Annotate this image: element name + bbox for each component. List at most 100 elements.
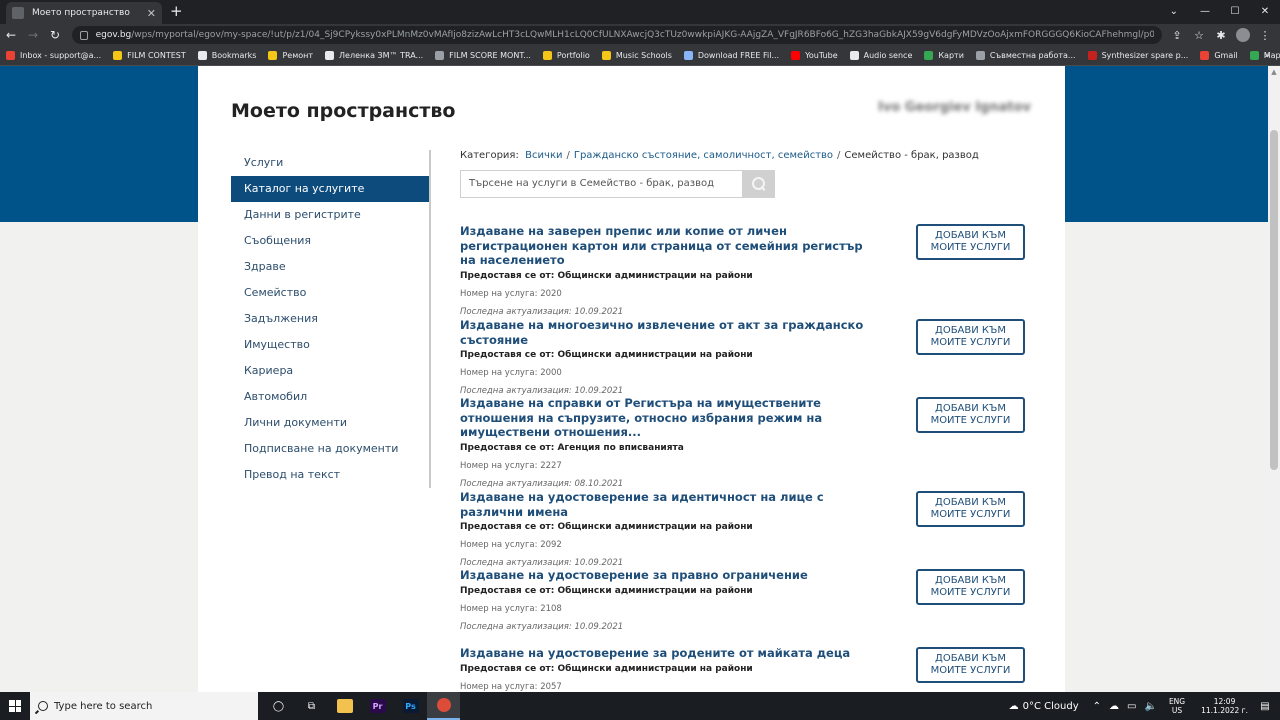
task-view-icon[interactable]: ⧉ — [295, 692, 328, 720]
sidebar-item[interactable]: Автомобил — [231, 384, 429, 410]
breadcrumb-all-link[interactable]: Всички — [525, 150, 562, 161]
sidebar-item[interactable]: Здраве — [231, 254, 429, 280]
sidebar-item[interactable]: Задължения — [231, 306, 429, 332]
premiere-icon[interactable]: Pr — [361, 692, 394, 720]
bookmark-star-icon[interactable]: ☆ — [1188, 29, 1210, 42]
service-title-link[interactable]: Издаване на справки от Регистъра на имущ… — [460, 396, 882, 440]
bookmark-favicon-icon — [6, 51, 15, 60]
clock-time: 12:09 — [1213, 697, 1236, 706]
maximize-button[interactable]: ☐ — [1220, 0, 1250, 24]
service-title-link[interactable]: Издаване на многоезично извлечение от ак… — [460, 318, 882, 347]
service-number: Номер на услуга: 2020 — [460, 288, 562, 299]
taskbar-apps: ◯ ⧉ Pr Ps — [262, 692, 460, 720]
share-icon[interactable]: ⇪ — [1166, 29, 1188, 42]
extensions-icon[interactable]: ✱ — [1210, 29, 1232, 42]
add-to-my-services-button[interactable]: ДОБАВИ КЪМ МОИТЕ УСЛУГИ — [916, 224, 1025, 260]
browser-tab[interactable]: Моето пространство ✕ — [6, 2, 162, 24]
address-bar[interactable]: egov.bg/wps/myportal/egov/my-space/!ut/p… — [72, 26, 1162, 44]
language-indicator[interactable]: ENG US — [1169, 697, 1185, 715]
bookmark-item[interactable]: YouTube — [791, 51, 838, 60]
url-text: egov.bg/wps/myportal/egov/my-space/!ut/p… — [96, 30, 1154, 40]
service-search-input[interactable]: Търсене на услуги в Семейство - брак, ра… — [460, 170, 743, 198]
breadcrumb-category-link[interactable]: Гражданско състояние, самоличност, семей… — [574, 150, 833, 161]
new-tab-button[interactable]: + — [170, 3, 183, 19]
bookmark-favicon-icon — [325, 51, 335, 60]
add-to-my-services-button[interactable]: ДОБАВИ КЪМ МОИТЕ УСЛУГИ — [916, 319, 1025, 355]
bookmark-item[interactable]: Ремонт — [268, 51, 313, 60]
browser-menu-icon[interactable]: ⋮ — [1254, 29, 1276, 42]
bookmark-item[interactable]: Download FREE Fil... — [683, 51, 779, 60]
bookmarks-more-icon[interactable]: » — [1264, 51, 1270, 61]
forward-button[interactable]: → — [22, 28, 44, 42]
taskbar-search[interactable]: Type here to search — [30, 692, 258, 720]
sidebar-item[interactable]: Услуги — [231, 150, 429, 176]
chrome-icon[interactable] — [427, 692, 460, 720]
sidebar-item[interactable]: Подписване на документи — [231, 436, 429, 462]
sidebar-item[interactable]: Семейство — [231, 280, 429, 306]
service-number: Номер на услуга: 2227 — [460, 460, 562, 471]
bookmark-item[interactable]: Bookmarks — [197, 51, 256, 60]
sidebar-item[interactable]: Кариера — [231, 358, 429, 384]
clock[interactable]: 12:09 11.1.2022 г. — [1201, 697, 1248, 715]
bookmark-item[interactable]: Gmail — [1200, 51, 1238, 60]
cortana-icon[interactable]: ◯ — [262, 692, 295, 720]
bookmark-item[interactable]: Леленка ЗМ™ TRA... — [325, 51, 423, 60]
back-button[interactable]: ← — [0, 28, 22, 42]
tray-chevron-icon[interactable]: ⌃ — [1093, 701, 1101, 712]
close-window-button[interactable]: ✕ — [1250, 0, 1280, 24]
sidebar-item[interactable]: Превод на текст — [231, 462, 429, 488]
taskbar-search-placeholder: Type here to search — [54, 700, 153, 712]
user-name[interactable]: Ivo Georgiev Ignatov — [878, 100, 1031, 115]
sidebar-item[interactable]: Каталог на услугите — [231, 176, 429, 202]
language-top: ENG — [1168, 697, 1186, 706]
weather-text[interactable]: 0°C Cloudy — [1023, 701, 1079, 712]
browser-toolbar: ← → ↻ egov.bg/wps/myportal/egov/my-space… — [0, 24, 1280, 46]
sidebar-nav: Услуги Каталог на услугите Данни в регистр… — [231, 150, 431, 488]
add-to-my-services-button[interactable]: ДОБАВИ КЪМ МОИТЕ УСЛУГИ — [916, 397, 1025, 433]
profile-avatar[interactable] — [1236, 28, 1250, 42]
search-button[interactable] — [742, 170, 775, 198]
network-icon[interactable]: ▭ — [1127, 701, 1136, 712]
sidebar-item[interactable]: Имущество — [231, 332, 429, 358]
sidebar-item[interactable]: Лични документи — [231, 410, 429, 436]
bookmark-item[interactable]: Карти — [924, 51, 964, 60]
page-scrollbar[interactable]: ▲ — [1268, 66, 1280, 692]
bookmark-item[interactable]: Inbox - support@a... — [6, 51, 101, 60]
cloud-icon[interactable]: ☁ — [1109, 701, 1119, 712]
browser-tabbar: Моето пространство ✕ + ⌄ — ☐ ✕ — [0, 0, 1280, 24]
bookmark-item[interactable]: Synthesizer spare p... — [1087, 51, 1188, 60]
photoshop-icon[interactable]: Ps — [394, 692, 427, 720]
add-to-my-services-button[interactable]: ДОБАВИ КЪМ МОИТЕ УСЛУГИ — [916, 491, 1025, 527]
service-title-link[interactable]: Издаване на удостоверение за правно огра… — [460, 568, 882, 583]
service-last-updated: Последна актуализация: 10.09.2021 — [460, 621, 624, 632]
taskbar-search-icon — [38, 701, 48, 711]
bookmark-item[interactable]: Audio sence — [849, 51, 912, 60]
volume-icon[interactable]: 🔈 — [1144, 701, 1156, 712]
bookmark-label: YouTube — [805, 51, 838, 60]
bookmark-item[interactable]: FILM CONTEST — [113, 51, 186, 60]
scroll-up-arrow-icon[interactable]: ▲ — [1268, 68, 1280, 76]
add-to-my-services-button[interactable]: ДОБАВИ КЪМ МОИТЕ УСЛУГИ — [916, 569, 1025, 605]
service-title-link[interactable]: Издаване на удостоверение за идентичност… — [460, 490, 882, 519]
start-button[interactable] — [0, 692, 30, 720]
add-to-my-services-button[interactable]: ДОБАВИ КЪМ МОИТЕ УСЛУГИ — [916, 647, 1025, 683]
scrollbar-thumb[interactable] — [1270, 130, 1278, 470]
service-title-link[interactable]: Издаване на удостоверение за родените от… — [460, 646, 882, 661]
reload-button[interactable]: ↻ — [44, 28, 66, 42]
sidebar-item[interactable]: Съобщения — [231, 228, 429, 254]
service-title-link[interactable]: Издаване на заверен препис или копие от … — [460, 224, 882, 268]
tab-title: Моето пространство — [32, 8, 130, 18]
tab-favicon-icon — [12, 7, 24, 19]
bookmark-item[interactable]: Music Schools — [601, 51, 672, 60]
bookmark-item[interactable]: Portfolio — [542, 51, 590, 60]
bookmark-item[interactable]: FILM SCORE MONT... — [435, 51, 531, 60]
bookmark-item[interactable]: Съвместна работа... — [975, 51, 1076, 60]
tab-search-icon[interactable]: ⌄ — [1170, 0, 1178, 24]
minimize-button[interactable]: — — [1190, 0, 1220, 24]
notifications-icon[interactable]: ▤ — [1256, 701, 1274, 712]
tab-close-icon[interactable]: ✕ — [147, 7, 156, 20]
windows-taskbar: Type here to search ◯ ⧉ Pr Ps ☁ 0°C Clou… — [0, 692, 1280, 720]
page-title: Моето пространство — [231, 100, 456, 122]
sidebar-item[interactable]: Данни в регистрите — [231, 202, 429, 228]
file-explorer-icon[interactable] — [328, 692, 361, 720]
